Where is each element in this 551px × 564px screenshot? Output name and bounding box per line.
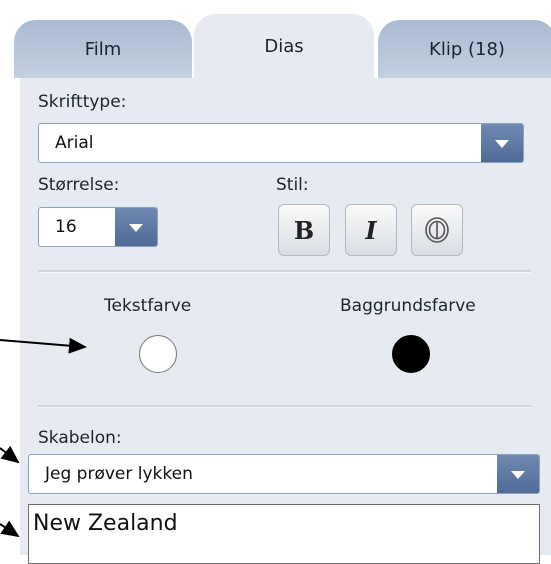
- arrow-to-template: [0, 445, 20, 464]
- arrow-to-text-input: [0, 520, 20, 538]
- annotation-arrows: [0, 337, 87, 538]
- arrow-to-text-color: [0, 337, 87, 354]
